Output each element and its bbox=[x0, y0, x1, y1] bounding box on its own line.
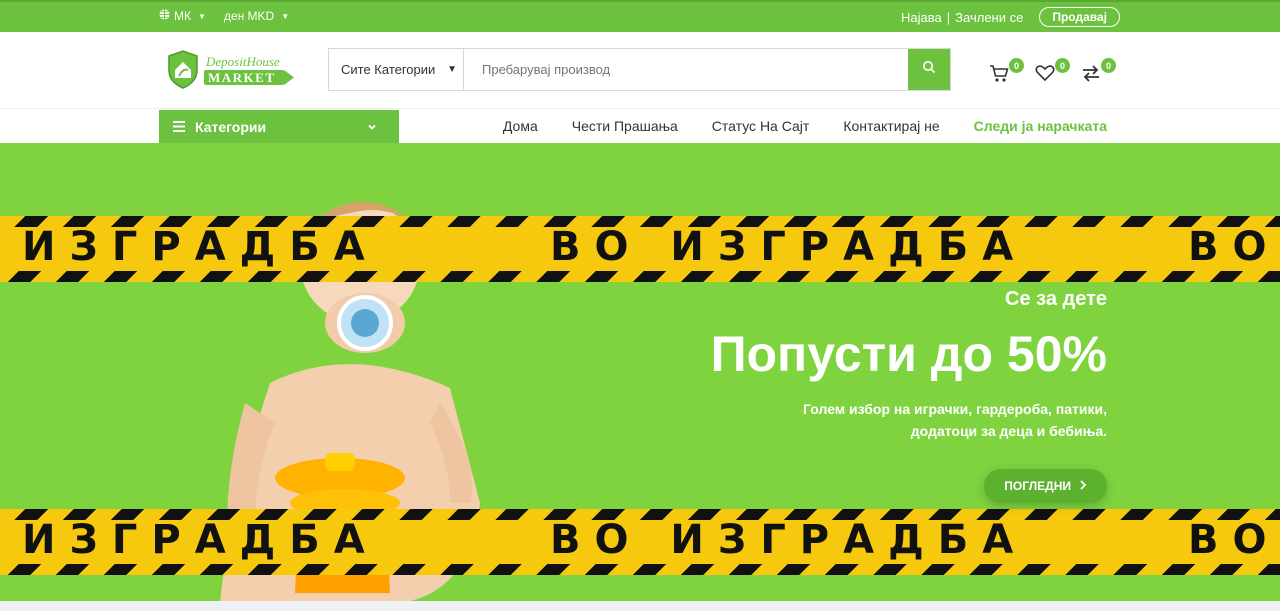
compare-count-badge: 0 bbox=[1101, 58, 1116, 73]
hero-description-line: Голем избор на играчки, гардероба, патик… bbox=[803, 401, 1107, 417]
separator: | bbox=[946, 9, 951, 25]
view-button-label: ПОГЛЕДНИ bbox=[1004, 479, 1071, 493]
category-select-value: Сите Категории bbox=[341, 62, 436, 77]
compare-icon bbox=[1080, 65, 1102, 88]
page: МК ▼ ден MKD ▼ Најава | Зачлени се Прода… bbox=[0, 0, 1280, 611]
sell-button[interactable]: Продавај bbox=[1039, 7, 1120, 27]
nav-link-faq[interactable]: Чести Прашања bbox=[572, 118, 678, 134]
hero-text: Се за дете Попусти до 50% Голем избор на… bbox=[711, 288, 1107, 442]
chevron-right-icon bbox=[1079, 479, 1087, 493]
menu-icon bbox=[173, 119, 185, 135]
cart-button[interactable]: 0 bbox=[988, 58, 1024, 88]
category-select[interactable]: Сите Категории ▼ bbox=[329, 49, 464, 90]
tape-text: ВО bbox=[1188, 517, 1280, 563]
chevron-down-icon: ▼ bbox=[281, 11, 290, 21]
language-label: МК bbox=[174, 9, 191, 23]
chevron-down-icon: ▼ bbox=[198, 11, 206, 21]
page-bottom-edge bbox=[0, 601, 1280, 611]
top-bar: МК ▼ ден MKD ▼ Најава | Зачлени се Прода… bbox=[0, 0, 1280, 32]
categories-dropdown-button[interactable]: Категории bbox=[159, 110, 399, 143]
currency-selector[interactable]: ден MKD ▼ bbox=[224, 9, 289, 23]
wishlist-count-badge: 0 bbox=[1055, 58, 1070, 73]
search-icon bbox=[922, 60, 936, 79]
tape-text: ИЗГРАДБА bbox=[22, 517, 379, 563]
register-link[interactable]: Зачлени се bbox=[955, 10, 1023, 25]
globe-icon bbox=[159, 9, 170, 23]
chevron-down-icon bbox=[367, 119, 377, 135]
cart-count-badge: 0 bbox=[1009, 58, 1024, 73]
main-nav: Категории Дома Чести Прашања Статус На С… bbox=[0, 109, 1280, 143]
construction-tape-top: ИЗГРАДБА ВО ИЗГРАДБА ВО bbox=[0, 216, 1280, 282]
login-link[interactable]: Најава bbox=[901, 10, 942, 25]
currency-label: ден MKD bbox=[223, 9, 275, 23]
hero-banner: ИЗГРАДБА ВО ИЗГРАДБА ВО ИЗГРАДБА ВО ИЗГР… bbox=[0, 143, 1280, 601]
construction-tape-bottom: ИЗГРАДБА ВО ИЗГРАДБА ВО bbox=[0, 509, 1280, 575]
tape-text: ВО bbox=[1188, 224, 1280, 270]
hero-description: Голем избор на играчки, гардероба, патик… bbox=[711, 398, 1107, 442]
categories-label: Категории bbox=[195, 118, 267, 135]
view-button[interactable]: ПОГЛЕДНИ bbox=[984, 469, 1107, 503]
logo-line2: MARKET bbox=[208, 70, 276, 85]
header-icons: 0 0 0 bbox=[988, 58, 1116, 88]
search-button[interactable] bbox=[908, 49, 950, 90]
tape-text: ВО ИЗГРАДБА bbox=[550, 517, 1028, 563]
nav-link-site-status[interactable]: Статус На Сајт bbox=[712, 118, 810, 134]
header: DepositHouse MARKET Сите Категории ▼ Пре… bbox=[0, 32, 1280, 109]
chevron-down-icon: ▼ bbox=[447, 64, 457, 75]
language-selector[interactable]: МК ▼ bbox=[159, 9, 206, 23]
hero-eyebrow: Се за дете bbox=[1005, 288, 1107, 310]
tape-text: ВО ИЗГРАДБА bbox=[550, 224, 1028, 270]
nav-link-home[interactable]: Дома bbox=[503, 118, 538, 134]
tape-text: ИЗГРАДБА bbox=[22, 224, 379, 270]
hero-description-line: додатоци за деца и бебиња. bbox=[910, 423, 1107, 439]
nav-link-track-order[interactable]: Следи ја нарачката bbox=[974, 118, 1107, 134]
hero-headline: Попусти до 50% bbox=[710, 326, 1107, 382]
site-logo[interactable]: DepositHouse MARKET bbox=[166, 50, 296, 90]
search-input[interactable] bbox=[464, 49, 908, 90]
heart-icon bbox=[1034, 65, 1056, 88]
nav-link-contact[interactable]: Контактирај не bbox=[843, 118, 939, 134]
compare-button[interactable]: 0 bbox=[1080, 58, 1116, 88]
cart-icon bbox=[988, 65, 1010, 88]
wishlist-button[interactable]: 0 bbox=[1034, 58, 1070, 88]
logo-line1: DepositHouse bbox=[205, 54, 280, 69]
search-bar: Сите Категории ▼ bbox=[328, 48, 951, 91]
